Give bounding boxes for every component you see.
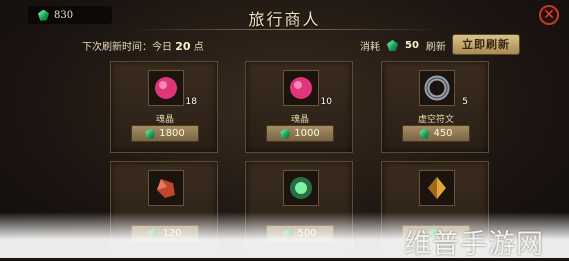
- refresh-day: 今日: [152, 42, 172, 53]
- soul-crystal-icon: [290, 77, 312, 99]
- item-slot: 18: [148, 70, 197, 107]
- watermark: 维普手游网: [404, 229, 544, 260]
- item-slot: [283, 170, 319, 206]
- void-rune-icon: [424, 75, 450, 101]
- refresh-timer-label: 下次刷新时间：: [82, 42, 152, 53]
- cost-label: 消耗: [360, 42, 380, 53]
- shop-item-card[interactable]: 5 虚空符文 450: [381, 61, 489, 153]
- refresh-hour-unit: 点: [193, 42, 204, 53]
- green-orb-icon: [290, 177, 312, 199]
- price-value: 1000: [294, 128, 320, 139]
- item-name: 魂晶: [155, 115, 174, 125]
- amber-crystal-icon: [428, 177, 446, 199]
- price-value: 1800: [159, 128, 185, 139]
- title-divider: [130, 29, 440, 30]
- gem-icon: [145, 128, 156, 139]
- buy-button[interactable]: 450: [402, 125, 470, 142]
- refresh-now-button[interactable]: 立即刷新: [452, 34, 520, 55]
- red-crystal-icon: [157, 179, 175, 198]
- item-name: 魂晶: [290, 115, 309, 125]
- item-slot: [148, 170, 184, 206]
- item-count: 10: [320, 97, 332, 107]
- cost-action: 刷新: [425, 42, 446, 53]
- close-button[interactable]: ✕: [539, 5, 559, 25]
- shop-item-card[interactable]: 18 魂晶 1800: [110, 61, 218, 153]
- shop-item-card[interactable]: 10 魂晶 1000: [245, 61, 353, 153]
- item-slot: 10: [283, 70, 332, 107]
- close-icon: ✕: [543, 7, 555, 23]
- buy-button[interactable]: 1000: [266, 125, 334, 142]
- buy-button[interactable]: 1800: [131, 125, 199, 142]
- item-name: 虚空符文: [417, 115, 454, 125]
- page-title: 旅行商人: [248, 10, 321, 29]
- gem-icon: [387, 40, 398, 51]
- gem-icon: [280, 128, 291, 139]
- cost-amount: 50: [405, 40, 419, 51]
- item-slot: [419, 170, 455, 206]
- item-count: 5: [462, 97, 468, 107]
- item-count: 18: [185, 97, 197, 107]
- refresh-hour: 20: [175, 40, 191, 53]
- refresh-timer: 下次刷新时间：今日 20 点: [82, 38, 204, 53]
- item-slot: 5: [419, 70, 468, 107]
- gem-icon: [419, 128, 430, 139]
- soul-crystal-icon: [155, 77, 177, 99]
- refresh-cost: 消耗 50 刷新: [360, 38, 446, 53]
- price-value: 450: [433, 128, 453, 139]
